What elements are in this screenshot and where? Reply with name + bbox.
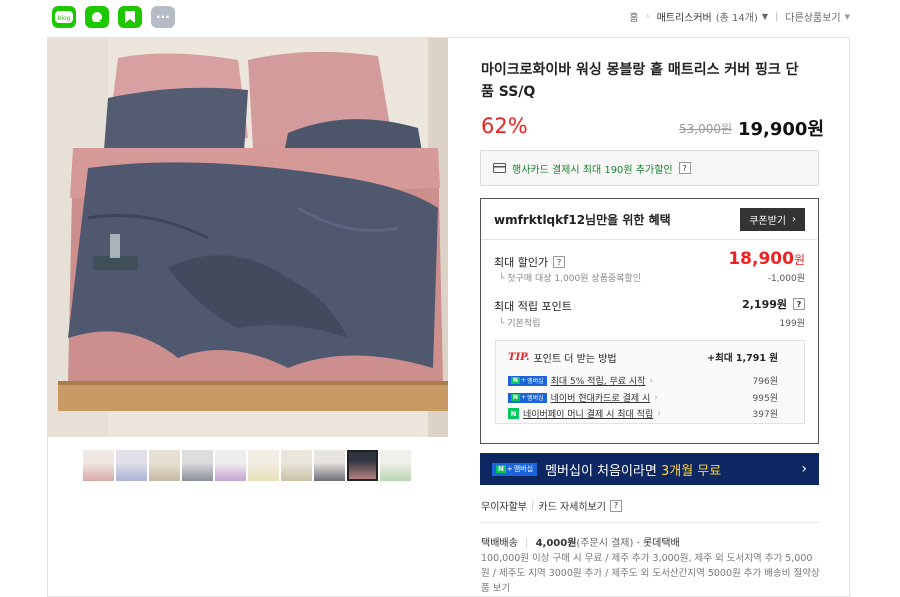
membership-badge: N + 멤버십 xyxy=(508,375,547,386)
shipping-carrier: 롯데택배 xyxy=(642,538,680,549)
divider xyxy=(480,522,819,523)
chevron-right-icon: › xyxy=(654,392,658,403)
share-icons: blog ··· xyxy=(52,6,175,28)
help-icon[interactable]: ? xyxy=(678,162,691,174)
coupon-button-label: 쿠폰받기 xyxy=(749,216,786,227)
tip-value: 995원 xyxy=(752,394,778,404)
bed-photo xyxy=(48,38,448,437)
help-icon[interactable]: ? xyxy=(609,499,622,512)
tip-total: +최대 1,791 원 xyxy=(707,353,778,364)
tip-value: 796원 xyxy=(752,377,778,387)
blog-icon[interactable]: blog xyxy=(52,6,76,28)
divider xyxy=(481,239,818,240)
help-icon[interactable]: ? xyxy=(553,256,566,268)
breadcrumb-separator: › xyxy=(645,11,650,22)
max-discount-row: 최대 할인가 ? xyxy=(494,254,566,270)
max-discount-price: 18,900 xyxy=(728,249,794,269)
product-image[interactable] xyxy=(48,38,448,437)
basic-points-value: 199원 xyxy=(779,319,805,329)
thumbnail[interactable] xyxy=(314,450,345,481)
thumbnail[interactable] xyxy=(380,450,411,481)
thumbnail[interactable] xyxy=(116,450,147,481)
chevron-down-icon: ▼ xyxy=(844,12,850,21)
membership-highlight: 3개월 무료 xyxy=(660,463,722,479)
thumbnail[interactable] xyxy=(281,450,312,481)
benefit-heading: wmfrktlqkf12님만을 위한 혜택 xyxy=(494,213,671,227)
max-discount-price-wrap: 18,900원 xyxy=(728,249,805,269)
divider: | xyxy=(525,538,529,549)
card-detail-link[interactable]: 카드 자세히보기 xyxy=(538,498,606,513)
tip-value: 397원 xyxy=(752,410,778,420)
membership-badge: N + 멤버십 xyxy=(492,462,538,476)
divider: | xyxy=(531,500,535,511)
membership-badge: N + 멤버십 xyxy=(508,392,547,403)
tip-row[interactable]: N + 멤버십 네이버 현대카드로 결제 시 › xyxy=(508,391,658,404)
thumbnail[interactable] xyxy=(215,450,246,481)
basic-points-label: 기본적립 xyxy=(507,319,541,329)
discount-rate: 62% xyxy=(481,114,528,138)
breadcrumb-divider: | xyxy=(775,11,779,22)
first-purchase-text: 첫구매 대상 1,000원 상품중복할인 xyxy=(507,274,641,284)
chevron-right-icon: › xyxy=(801,461,807,477)
thumbnail-strip xyxy=(83,450,411,481)
first-purchase-value: -1,000원 xyxy=(767,274,805,284)
max-discount-label: 최대 할인가 xyxy=(494,256,549,269)
breadcrumb-category[interactable]: 매트리스커버 xyxy=(657,9,712,24)
max-points-value: 2,199원 xyxy=(742,298,787,311)
product-title: 마이크로화이바 워싱 몽블랑 홑 매트리스 커버 핑크 단품 SS/Q xyxy=(481,62,799,100)
naverpay-icon: N xyxy=(508,408,519,419)
thumbnail[interactable] xyxy=(149,450,180,481)
installment-link[interactable]: 무이자할부 xyxy=(481,498,527,513)
benefit-box: wmfrktlqkf12님만을 위한 혜택 쿠폰받기 › 최대 할인가 ? 18… xyxy=(480,198,819,444)
card-promo-text: 행사카드 결제시 최대 190원 추가할인 xyxy=(512,164,673,176)
thumbnail[interactable] xyxy=(83,450,114,481)
shipping-fee-note: (주문시 결제) xyxy=(576,538,634,549)
tip-link[interactable]: 네이버 현대카드로 결제 시 xyxy=(551,391,651,404)
thumbnail[interactable] xyxy=(248,450,279,481)
more-icon[interactable]: ··· xyxy=(151,6,175,28)
breadcrumb-count: (총 14개) xyxy=(715,13,758,24)
help-icon[interactable]: ? xyxy=(793,298,805,310)
svg-text:blog: blog xyxy=(58,15,71,22)
original-price: 53,000원 xyxy=(679,122,733,136)
tip-heading: TIP. 포인트 더 받는 방법 xyxy=(508,350,617,365)
tip-row[interactable]: N 네이버페이 머니 결제 시 최대 적립 › xyxy=(508,407,661,420)
max-points-row: 2,199원 ? xyxy=(742,296,805,312)
chevron-down-icon[interactable]: ▼ xyxy=(762,12,768,21)
max-discount-unit: 원 xyxy=(793,253,805,267)
thumbnail-selected[interactable] xyxy=(347,450,378,481)
coupon-button[interactable]: 쿠폰받기 › xyxy=(740,208,805,231)
payment-links: 무이자할부 | 카드 자세히보기 ? xyxy=(481,498,622,513)
credit-card-icon xyxy=(493,163,506,173)
tip-link[interactable]: 네이버페이 머니 결제 시 최대 적립 xyxy=(523,407,653,420)
max-points-label: 최대 적립 포인트 xyxy=(494,300,572,313)
tip-text: 포인트 더 받는 방법 xyxy=(533,354,617,365)
shipping-details: 100,000원 이상 구매 시 무료 / 제주 추가 3,000원, 제주 외… xyxy=(481,553,820,594)
shipping-row: 택배배송 | 4,000원(주문시 결제) · 롯데택배 xyxy=(481,534,680,549)
basic-points-note: └ 기본적립 xyxy=(499,319,541,329)
tip-link[interactable]: 최대 5% 적립, 무료 시작 xyxy=(551,374,646,387)
chevron-right-icon: › xyxy=(649,375,654,386)
other-products-link[interactable]: 다른상품보기 xyxy=(785,9,840,24)
shipping-fee: 4,000원 xyxy=(535,538,577,549)
tip-row[interactable]: N + 멤버십 최대 5% 적립, 무료 시작 › xyxy=(508,374,653,387)
breadcrumb: 홈 › 매트리스커버 (총 14개) ▼ | 다른상품보기 ▼ xyxy=(629,9,850,24)
first-purchase-note: └ 첫구매 대상 1,000원 상품중복할인 xyxy=(499,274,641,284)
cafe-icon[interactable] xyxy=(85,6,109,28)
thumbnail[interactable] xyxy=(182,450,213,481)
tip-label: TIP. xyxy=(508,352,530,363)
tip-box: TIP. 포인트 더 받는 방법 +최대 1,791 원 N + 멤버십 최대 5… xyxy=(495,340,805,424)
bookmark-icon[interactable] xyxy=(118,6,142,28)
chevron-right-icon: › xyxy=(792,214,796,225)
membership-banner[interactable]: N + 멤버십 멤버십이 처음이라면 3개월 무료 › xyxy=(480,453,819,485)
card-promo-box[interactable]: 행사카드 결제시 최대 190원 추가할인 ? xyxy=(480,150,819,186)
shipping-label: 택배배송 xyxy=(481,538,518,549)
breadcrumb-home[interactable]: 홈 xyxy=(629,9,638,24)
sale-price: 19,900원 xyxy=(738,119,825,140)
chevron-right-icon: › xyxy=(657,408,661,419)
membership-text: 멤버십이 처음이라면 3개월 무료 xyxy=(545,463,722,479)
